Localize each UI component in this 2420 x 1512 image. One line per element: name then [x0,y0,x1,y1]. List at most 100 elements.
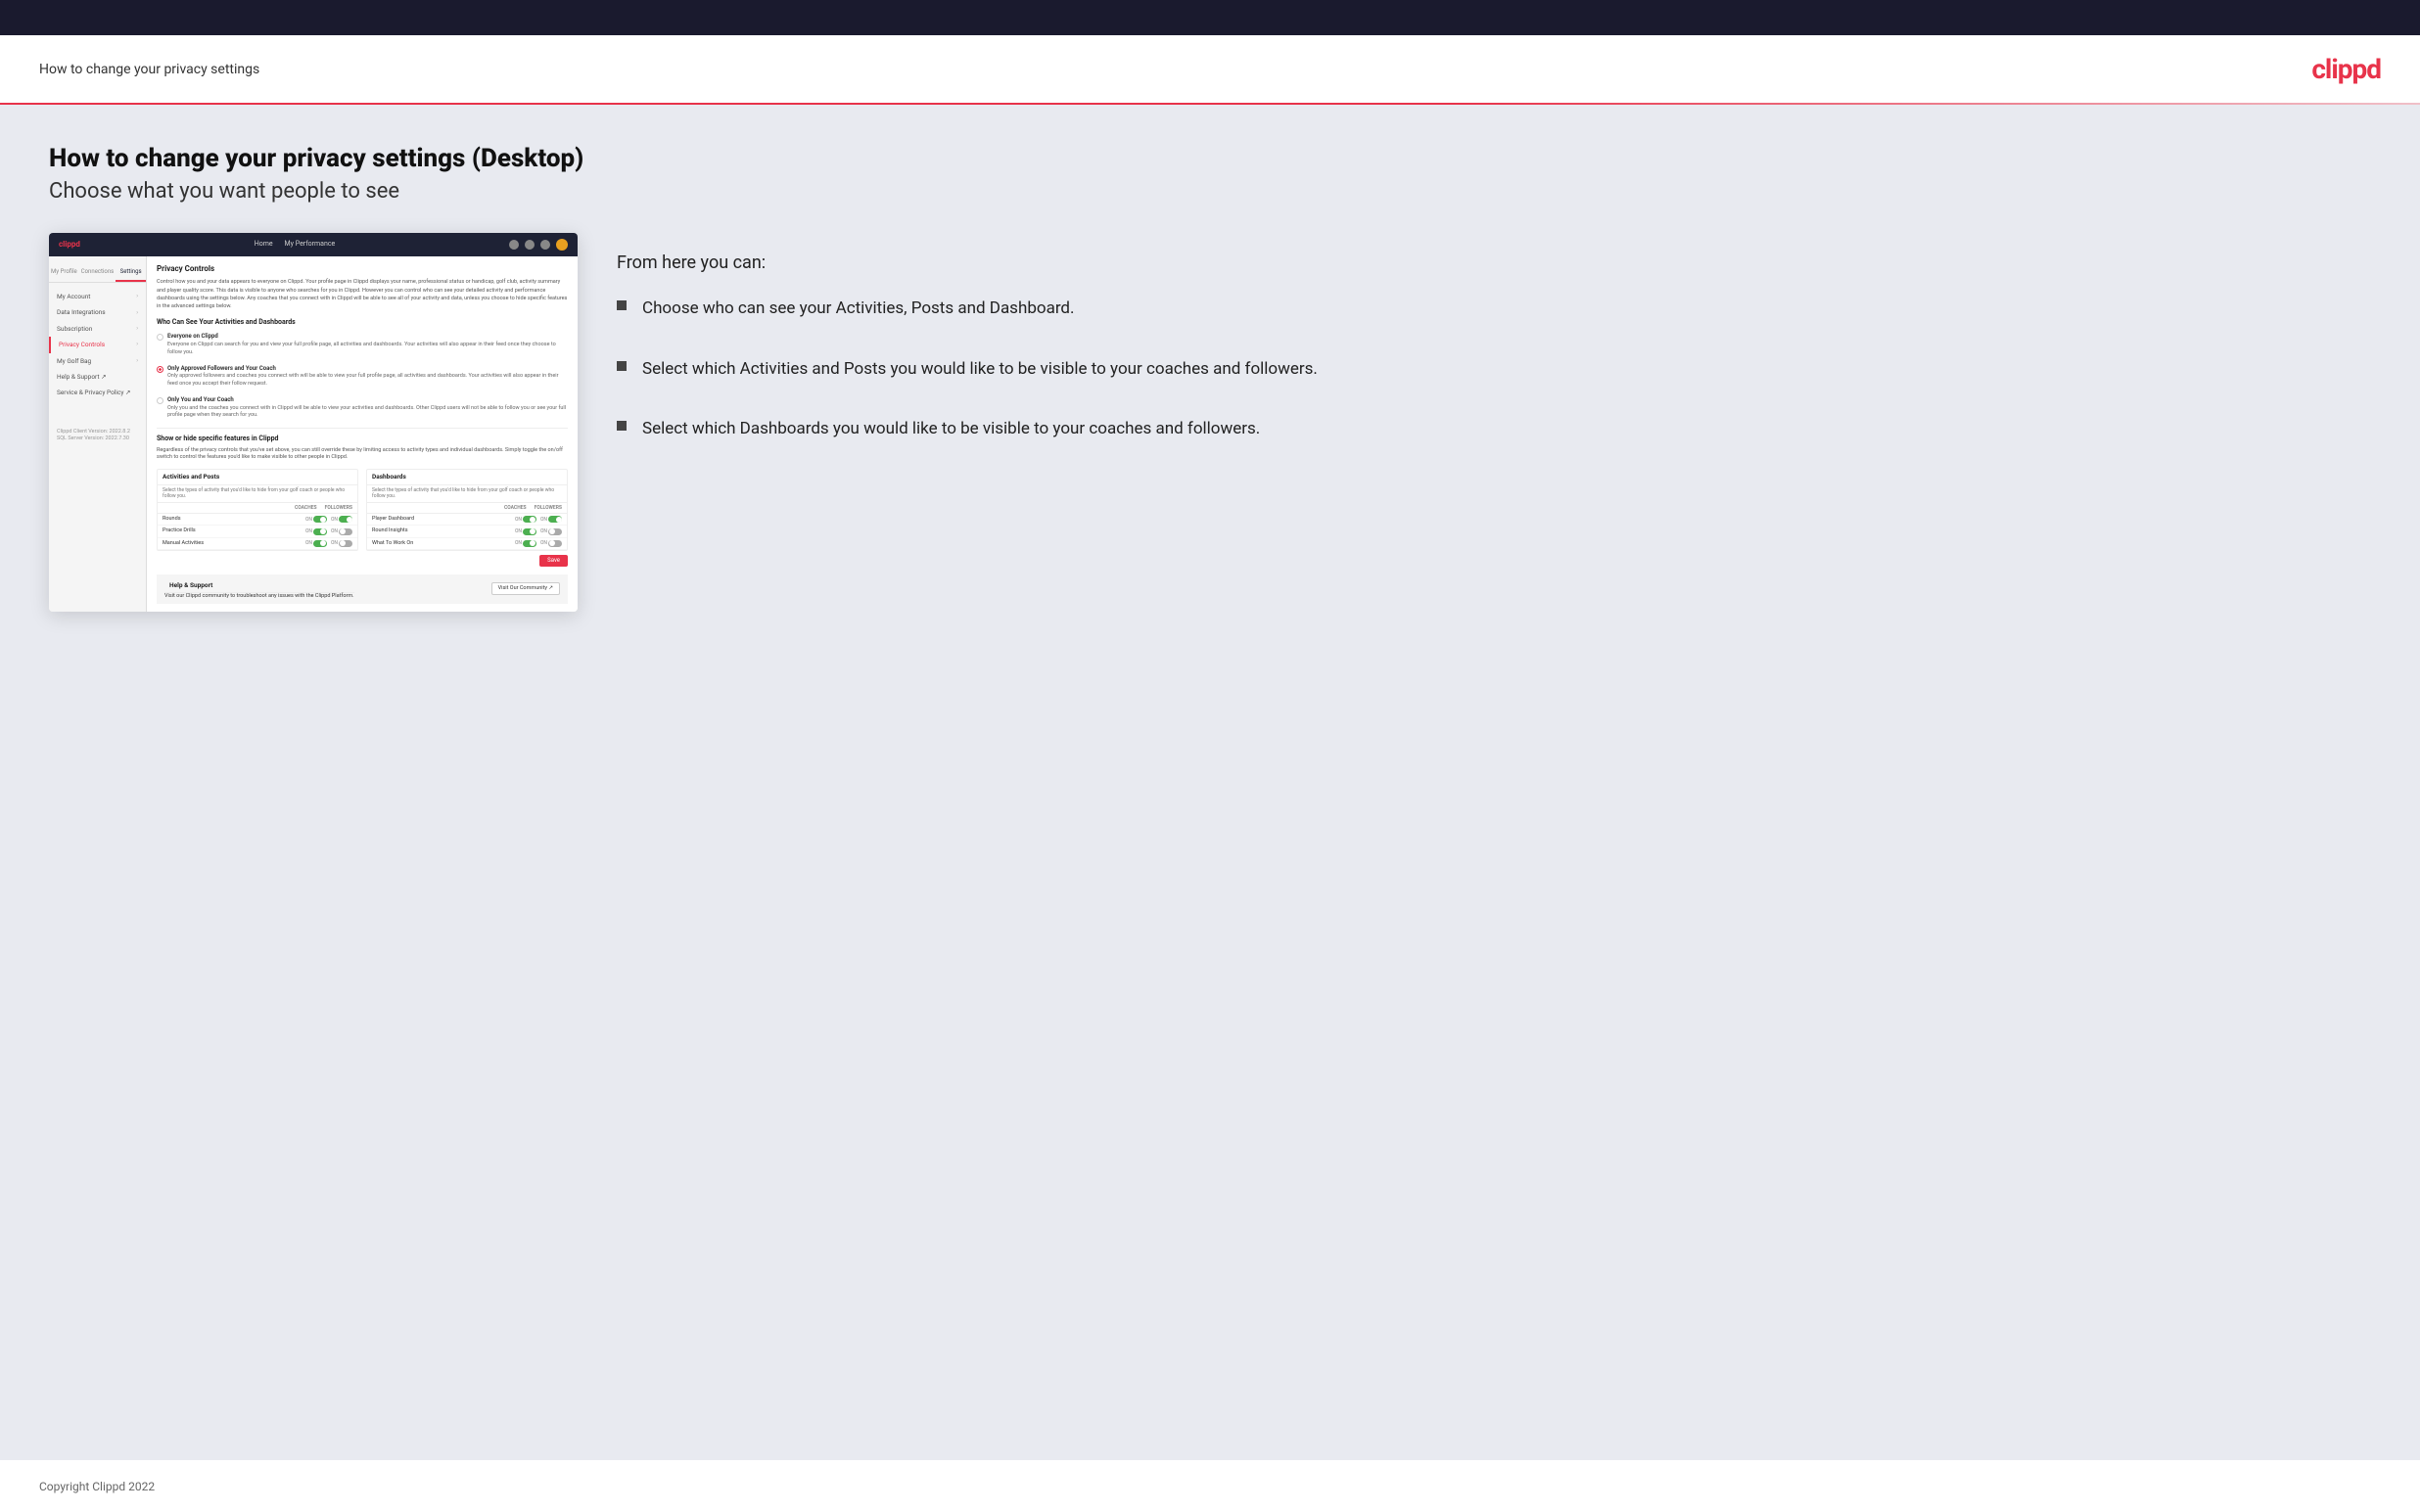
mini-rounds-followers-toggle[interactable]: ON [331,516,352,523]
header-title: How to change your privacy settings [39,62,259,77]
mini-visit-community-button[interactable]: Visit Our Community ↗ [491,582,560,595]
mini-sidebar-tabs: My Profile Connections Settings [49,264,146,283]
mini-nav-performance: My Performance [285,240,336,249]
mini-save-row: Save [157,551,568,571]
mini-sidebar-golf-bag[interactable]: My Golf Bag › [49,353,146,369]
mini-practice-followers-toggle[interactable]: ON [331,528,352,535]
mini-avatar [556,239,568,251]
bullets-heading: From here you can: [617,252,2371,273]
bullet-text-3: Select which Dashboards you would like t… [642,417,1260,442]
mini-sidebar-help-label: Help & Support ↗ [57,373,107,381]
mini-sidebar-my-account-label: My Account [57,293,90,300]
mini-activities-table: Activities and Posts Select the types of… [157,469,358,550]
mini-player-dash-toggles: ON ON [515,516,562,523]
mini-manual-coaches-toggle[interactable]: ON [305,540,327,547]
mini-radio-coach-only[interactable]: Only You and Your Coach Only you and the… [157,396,568,420]
mini-sidebar-footer: Clippd Client Version: 2022.8.2 SQL Serv… [49,421,146,450]
mini-nav-icons [509,239,568,251]
mini-practice-label: Practice Drills [163,527,305,534]
mini-radio-everyone-circle [157,334,163,341]
mini-radio-everyone-text: Everyone on Clippd Everyone on Clippd ca… [167,333,568,356]
mini-manual-followers-toggle[interactable]: ON [331,540,352,547]
mini-nav-links: Home My Performance [255,240,336,249]
screenshot-mockup: clippd Home My Performance [49,233,578,612]
mini-help-text: Help & Support Visit our Clippd communit… [164,578,354,601]
mini-manual-toggles: ON ON [305,540,352,547]
mini-save-button[interactable]: Save [539,555,568,567]
mini-dash-coaches-col: COACHES [504,505,527,512]
mini-practice-coaches-toggle[interactable]: ON [305,528,327,535]
mini-sidebar-privacy-label: Privacy Controls [59,341,105,348]
mini-show-hide-title: Show or hide specific features in Clippd [157,435,568,443]
bullet-item-2: Select which Activities and Posts you wo… [617,357,2371,383]
mini-nav-home: Home [255,240,273,249]
main-content: How to change your privacy settings (Des… [0,105,2420,1460]
content-row: clippd Home My Performance [49,233,2371,612]
mini-sidebar-subscription-label: Subscription [57,325,92,333]
mini-what-to-work-followers-toggle[interactable]: ON [540,540,562,547]
mini-body: My Profile Connections Settings My Accou… [49,256,578,612]
mini-round-insights-followers-toggle[interactable]: ON [540,528,562,535]
mini-radio-coach-only-circle [157,397,163,404]
mini-what-to-work-coaches-toggle[interactable]: ON [515,540,536,547]
mini-activities-cols: COACHES FOLLOWERS [158,503,357,515]
mini-sidebar-golf-bag-label: My Golf Bag [57,357,91,365]
mini-dashboards-title: Dashboards [367,470,567,484]
mini-followers-col: FOLLOWERS [325,505,352,512]
mini-manual-row: Manual Activities ON ON [158,538,357,550]
mini-activities-title: Activities and Posts [158,470,357,484]
mini-tab-settings[interactable]: Settings [116,264,146,282]
mini-sidebar-help[interactable]: Help & Support ↗ [49,369,146,385]
mini-dashboards-cols: COACHES FOLLOWERS [367,503,567,515]
mini-player-dash-followers-toggle[interactable]: ON [540,516,562,523]
mini-chevron-icon: › [136,357,138,365]
bullet-item-1: Choose who can see your Activities, Post… [617,297,2371,322]
mini-dashboards-desc: Select the types of activity that you'd … [367,485,567,503]
bullet-marker-2 [617,361,627,371]
mini-radio-followers[interactable]: Only Approved Followers and Your Coach O… [157,365,568,389]
mini-player-dash-label: Player Dashboard [372,516,515,523]
mini-privacy-description: Control how you and your data appears to… [157,278,568,310]
mini-sidebar: My Profile Connections Settings My Accou… [49,256,147,612]
mini-chevron-icon: › [136,325,138,333]
mini-radio-followers-text: Only Approved Followers and Your Coach O… [167,365,568,389]
mini-round-insights-label: Round Insights [372,527,515,534]
footer: Copyright Clippd 2022 [0,1460,2420,1510]
mini-chevron-icon: › [136,341,138,348]
mini-activities-desc: Select the types of activity that you'd … [158,485,357,503]
mini-round-insights-coaches-toggle[interactable]: ON [515,528,536,535]
mini-sidebar-my-account[interactable]: My Account › [49,289,146,304]
mini-sidebar-privacy[interactable]: Privacy Controls › [49,337,146,352]
bullet-marker-1 [617,300,627,310]
mini-radio-followers-circle [157,366,163,373]
mini-tab-connections[interactable]: Connections [79,264,116,282]
mini-radio-everyone[interactable]: Everyone on Clippd Everyone on Clippd ca… [157,333,568,356]
mini-player-dash-row: Player Dashboard ON ON [367,514,567,526]
mini-practice-row: Practice Drills ON ON [158,526,357,537]
bullet-marker-3 [617,421,627,431]
mini-chevron-icon: › [136,293,138,300]
mini-manual-label: Manual Activities [163,540,305,547]
mini-what-to-work-label: What To Work On [372,540,515,547]
mini-player-dash-coaches-toggle[interactable]: ON [515,516,536,523]
mini-navbar: clippd Home My Performance [49,233,578,256]
mini-sql-version: SQL Server Version: 2022.7.30 [57,435,138,442]
mini-search-icon [509,240,519,250]
mini-rounds-coaches-toggle[interactable]: ON [305,516,327,523]
mini-sidebar-data-integrations[interactable]: Data Integrations › [49,304,146,320]
mini-dash-followers-col: FOLLOWERS [535,505,562,512]
mini-coaches-col: COACHES [295,505,317,512]
bullets-section: From here you can: Choose who can see yo… [617,233,2371,478]
mini-radio-coach-only-text: Only You and Your Coach Only you and the… [167,396,568,420]
mini-rounds-toggles: ON ON [305,516,352,523]
mini-sidebar-data-integrations-label: Data Integrations [57,308,106,316]
mini-round-insights-row: Round Insights ON ON [367,526,567,537]
mini-sidebar-privacy-policy[interactable]: Service & Privacy Policy ↗ [49,385,146,400]
mini-logo: clippd [59,240,80,250]
mini-sidebar-subscription[interactable]: Subscription › [49,321,146,337]
bullet-item-3: Select which Dashboards you would like t… [617,417,2371,442]
bullet-text-1: Choose who can see your Activities, Post… [642,297,1075,322]
page-heading: How to change your privacy settings (Des… [49,144,2371,173]
mini-tab-profile[interactable]: My Profile [49,264,79,282]
mini-settings-icon [540,240,550,250]
